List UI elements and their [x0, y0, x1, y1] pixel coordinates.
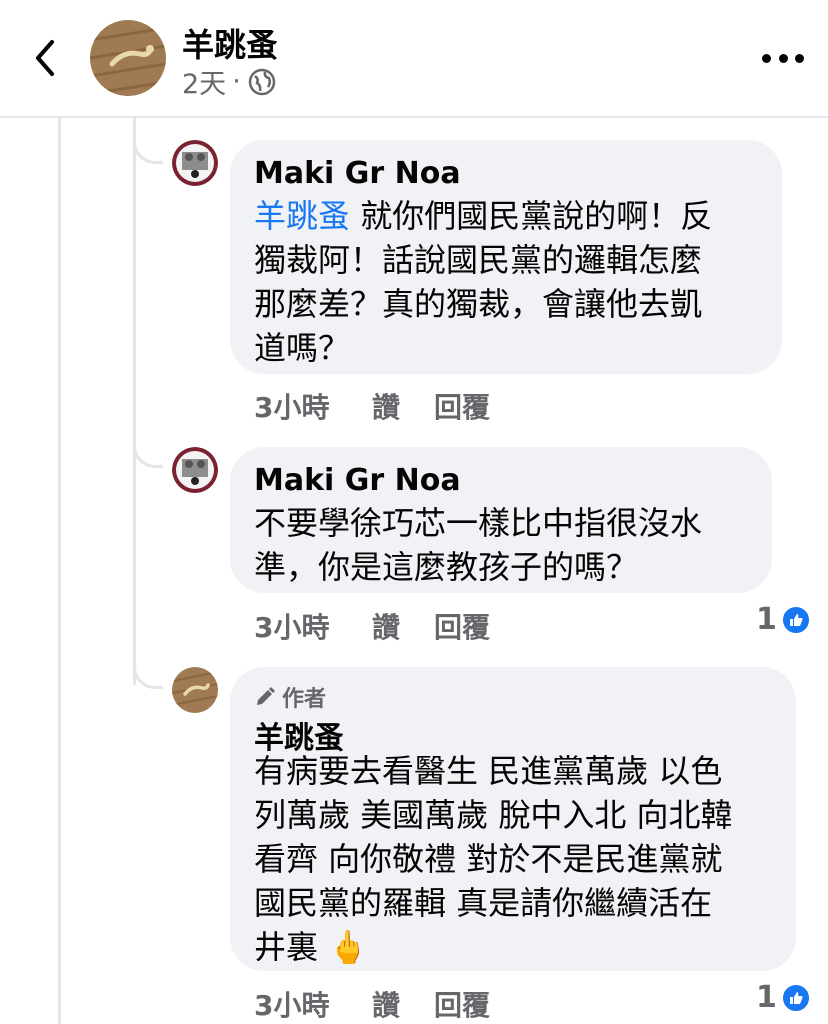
more-options-button[interactable] [762, 46, 804, 70]
reaction-count: 1 [756, 980, 777, 1015]
comment-text-line: 那麼差？真的獨裁，會讓他去凱 [254, 285, 703, 323]
comment-actions: 3小時讚回覆 [254, 984, 490, 1024]
more-horizontal-icon [762, 53, 771, 63]
meta-separator: · [232, 66, 241, 97]
author-reply-avatar[interactable] [172, 667, 218, 713]
comment-text-line: 道嗎？ [254, 329, 351, 367]
like-icon [780, 982, 811, 1013]
author-badge-label: 作者 [282, 687, 327, 712]
comment-time[interactable]: 3小時 [254, 984, 372, 1024]
thread-line-outer [58, 118, 61, 1024]
reply-button[interactable]: 回覆 [434, 606, 490, 646]
thread-connector [133, 130, 163, 164]
comment-text-line: 國民黨的羅輯 真是請你繼續活在 [254, 884, 713, 922]
reaction-summary[interactable]: 1 [756, 980, 811, 1015]
thread-connector [133, 434, 163, 468]
globe-icon [248, 68, 276, 95]
comment-text-line: 看齊 向你敬禮 對於不是民進黨就 [254, 840, 723, 878]
author-badge: 作者 [254, 681, 326, 713]
comment-text-line: 準，你是這麼教孩子的嗎？ [254, 548, 639, 586]
comment-actions: 3小時讚回覆 [254, 606, 490, 646]
comment-bubble: Maki Gr Noa 羊跳蚤 就你們國民黨說的啊！反 獨裁阿！話說國民黨的邏輯… [230, 140, 782, 374]
like-button[interactable]: 讚 [372, 606, 434, 646]
comment-author[interactable]: Maki Gr Noa [254, 463, 461, 498]
like-button[interactable]: 讚 [372, 386, 434, 426]
comment-text-line: 井裏 🖕 [254, 928, 369, 966]
comment-text-line: 有病要去看醫生 民進黨萬歲 以色 [254, 752, 723, 790]
comment-time[interactable]: 3小時 [254, 606, 372, 646]
comment-bubble: 作者 羊跳蚤 有病要去看醫生 民進黨萬歲 以色 列萬歲 美國萬歲 脫中入北 向北… [230, 667, 796, 971]
reply-button[interactable]: 回覆 [434, 386, 490, 426]
back-button[interactable] [28, 36, 62, 80]
mention-link[interactable]: 羊跳蚤 [254, 197, 350, 235]
commenter-avatar[interactable] [172, 140, 218, 186]
comment-text-line: 列萬歲 美國萬歲 脫中入北 向北韓 [254, 796, 733, 834]
like-button[interactable]: 讚 [372, 984, 434, 1024]
like-icon [780, 604, 811, 635]
comment-time[interactable]: 3小時 [254, 386, 372, 426]
thread-line-inner [133, 118, 136, 685]
reply-button[interactable]: 回覆 [434, 984, 490, 1024]
post-header: 羊跳蚤 2天 · [0, 0, 828, 118]
comment-text: 就你們國民黨說的啊！反 [360, 197, 713, 235]
reaction-summary[interactable]: 1 [756, 602, 811, 637]
post-time: 2天 [182, 69, 227, 100]
commenter-avatar[interactable] [172, 447, 218, 493]
thread-connector [133, 655, 163, 689]
post-author-name[interactable]: 羊跳蚤 [182, 20, 278, 66]
chevron-left-icon [36, 40, 54, 76]
comment-actions: 3小時讚回覆 [254, 386, 490, 426]
post-meta: 2天 · [182, 62, 277, 101]
comment-text-line: 不要學徐巧芯一樣比中指很沒水 [254, 504, 703, 542]
reaction-count: 1 [756, 602, 777, 637]
author-avatar[interactable] [90, 20, 166, 96]
comment-text-line: 獨裁阿！話說國民黨的邏輯怎麼 [254, 241, 703, 279]
comment-author[interactable]: Maki Gr Noa [254, 156, 461, 191]
comment-bubble: Maki Gr Noa 不要學徐巧芯一樣比中指很沒水 準，你是這麼教孩子的嗎？ [230, 447, 772, 593]
comment-text-line: 羊跳蚤 就你們國民黨說的啊！反 [254, 194, 712, 238]
pencil-icon [257, 687, 275, 705]
